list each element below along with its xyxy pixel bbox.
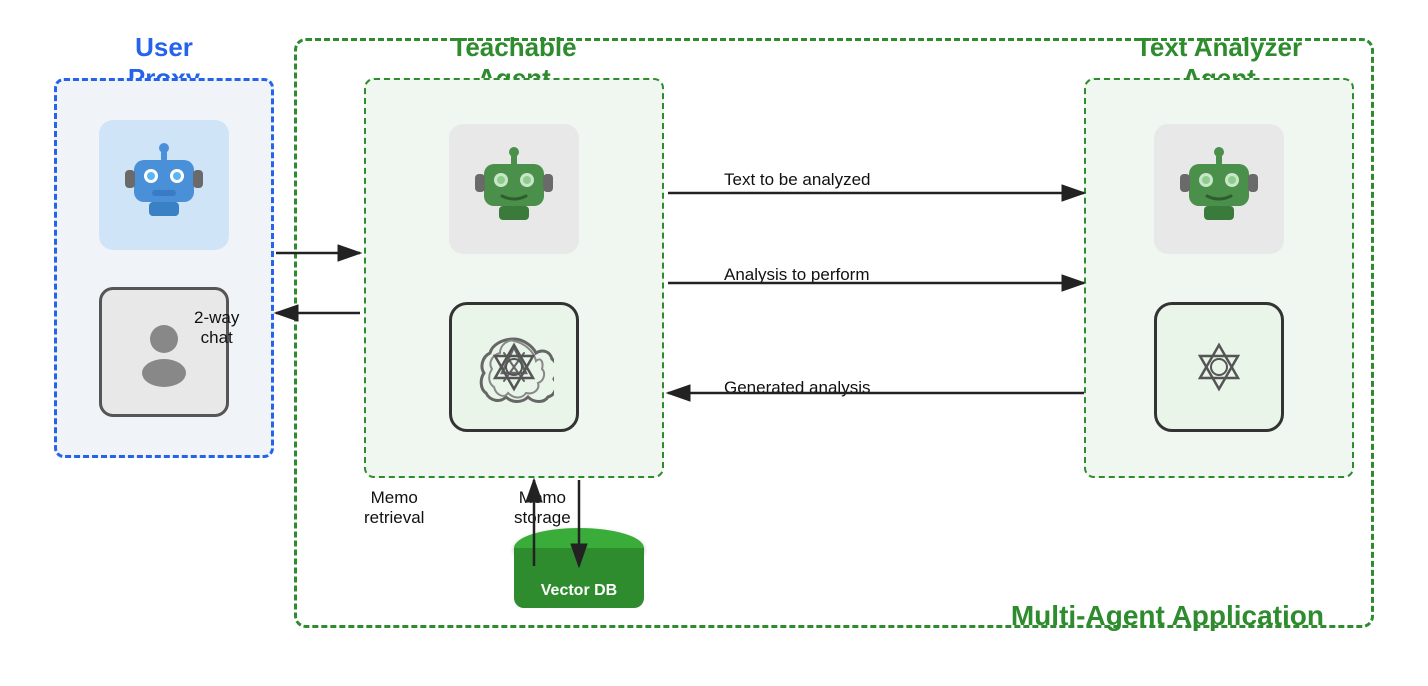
two-way-chat-label: 2-waychat [194,308,239,348]
cylinder-body: Vector DB [514,548,644,608]
vector-db-label: Vector DB [514,582,644,600]
vector-db-container: Vector DB [514,528,644,613]
teachable-robot-icon [469,144,559,234]
multi-agent-label: Multi-Agent Application [1011,600,1324,632]
teachable-robot-box [449,124,579,254]
teachable-agent-area [364,78,664,478]
openai-icon [474,327,554,407]
teachable-openai-box [449,302,579,432]
vector-db-cylinder: Vector DB [514,528,644,608]
user-proxy-robot-box [99,120,229,250]
analyzer-openai-box [1154,302,1284,432]
text-analyzer-area [1084,78,1354,478]
blue-robot-icon [119,140,209,230]
analyzer-robot-box [1154,124,1284,254]
analyzer-robot-icon [1174,144,1264,234]
user-person-box [99,287,229,417]
analysis-to-perform-label: Analysis to perform [724,265,870,285]
user-person-icon [129,317,199,387]
diagram-container: Multi-Agent Application UserProxy [24,18,1404,668]
user-proxy-box [54,78,274,458]
openai-icon-2 [1179,327,1259,407]
memo-storage-label: Memostorage [514,488,571,528]
text-to-analyze-label: Text to be analyzed [724,170,870,190]
memo-retrieval-label: Memoretrieval [364,488,424,528]
generated-analysis-label: Generated analysis [724,378,870,398]
